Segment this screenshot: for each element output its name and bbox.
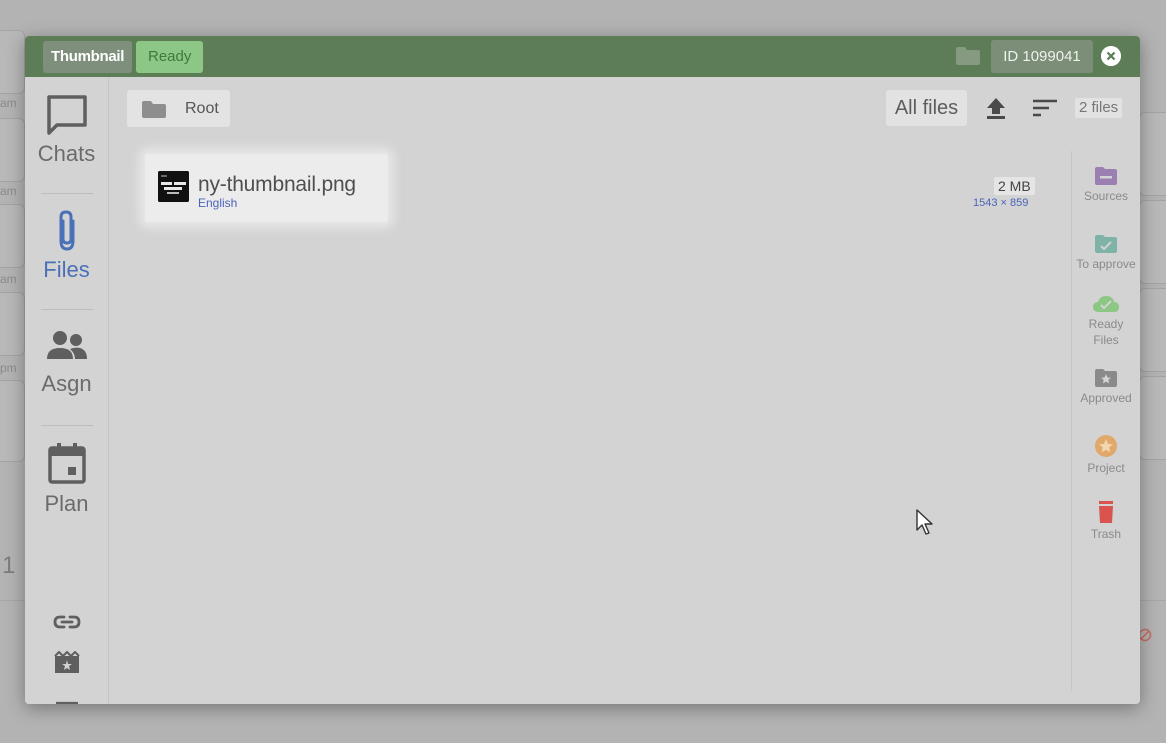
rail-label: Trash [1090, 527, 1122, 541]
bg-card [1139, 376, 1166, 460]
file-filter-select[interactable]: All files [886, 90, 967, 126]
file-count-badge: 2 files [1075, 98, 1123, 118]
status-badge: Ready [136, 41, 204, 73]
calendar-icon [47, 443, 86, 484]
rail-divider [1071, 151, 1072, 691]
bg-card [0, 204, 25, 268]
rail-label: Ready Files [1088, 317, 1124, 347]
star-folder-icon [1095, 369, 1117, 387]
cloud-check-icon [1093, 296, 1119, 312]
nav-item-asgn[interactable]: Asgn [25, 327, 108, 397]
bg-card [0, 292, 25, 356]
star-circle-icon [1095, 435, 1117, 457]
nav-label: Files [43, 257, 90, 282]
to-approve-folder-icon [1095, 235, 1117, 253]
sort-icon[interactable] [1032, 98, 1058, 118]
left-nav: Chats Files Asgn Plan [25, 77, 109, 704]
bg-card [1139, 112, 1166, 196]
file-size: 2 MB [994, 177, 1035, 195]
bg-time-label: am [0, 272, 17, 286]
rail-item-trash[interactable]: Trash [1075, 500, 1137, 542]
link-icon[interactable] [53, 610, 81, 634]
file-name: ny-thumbnail.png [198, 173, 356, 196]
rail-label: Approved [1080, 391, 1132, 405]
paperclip-icon [59, 210, 74, 251]
rail-item-sources[interactable]: Sources [1075, 166, 1137, 204]
folder-icon [142, 101, 166, 118]
nav-divider [41, 309, 93, 310]
ban-icon [1138, 628, 1152, 642]
bg-time-label: am [0, 184, 17, 198]
sources-folder-icon [1095, 167, 1117, 185]
bg-card [0, 380, 25, 462]
nav-label: Plan [44, 491, 89, 516]
file-thumbnail [158, 171, 189, 202]
bg-card [0, 30, 25, 94]
breadcrumb-root[interactable]: Root [127, 90, 230, 127]
trash-icon [1099, 501, 1113, 523]
upload-icon[interactable] [985, 96, 1007, 120]
rail-item-approved[interactable]: Approved [1075, 368, 1137, 406]
nav-label: Chats [37, 141, 96, 166]
nav-divider [41, 425, 93, 426]
nav-label: Asgn [41, 371, 92, 396]
rail-label: Project [1087, 461, 1125, 475]
filter-icon[interactable] [53, 697, 81, 704]
file-item[interactable]: ny-thumbnail.png English [145, 154, 388, 222]
nav-item-chats[interactable]: Chats [25, 93, 108, 167]
modal-header: Thumbnail Ready ID 1099041 [25, 36, 1140, 77]
bg-card [1139, 200, 1166, 284]
people-icon [46, 331, 87, 359]
bg-count: 1 [2, 552, 16, 579]
folder-icon[interactable] [955, 46, 981, 66]
id-badge: ID 1099041 [991, 40, 1093, 73]
rail-label: Sources [1083, 189, 1129, 203]
bg-card [1139, 288, 1166, 372]
movie-edit-icon[interactable] [53, 651, 81, 675]
file-manager-modal: Thumbnail Ready ID 1099041 Chats Files A… [25, 36, 1140, 704]
rail-item-project[interactable]: Project [1075, 434, 1137, 476]
chat-bubble-icon [46, 95, 87, 135]
mouse-cursor-icon [916, 509, 933, 535]
breadcrumb-label: Root [185, 100, 219, 117]
bg-card [0, 118, 25, 182]
rail-label: To approve [1076, 257, 1136, 271]
nav-divider [41, 193, 93, 194]
rail-item-ready-files[interactable]: Ready Files [1075, 294, 1137, 348]
nav-item-files[interactable]: Files [25, 209, 108, 283]
file-dimensions: 1543 × 859 [973, 197, 1029, 209]
type-tag: Thumbnail [43, 41, 133, 73]
bg-time-label: pm [0, 361, 17, 375]
close-icon[interactable] [1101, 46, 1121, 66]
file-language: English [198, 196, 238, 210]
bg-time-label: am [0, 96, 17, 110]
rail-item-to-approve[interactable]: To approve [1075, 234, 1137, 272]
nav-item-plan[interactable]: Plan [25, 441, 108, 517]
